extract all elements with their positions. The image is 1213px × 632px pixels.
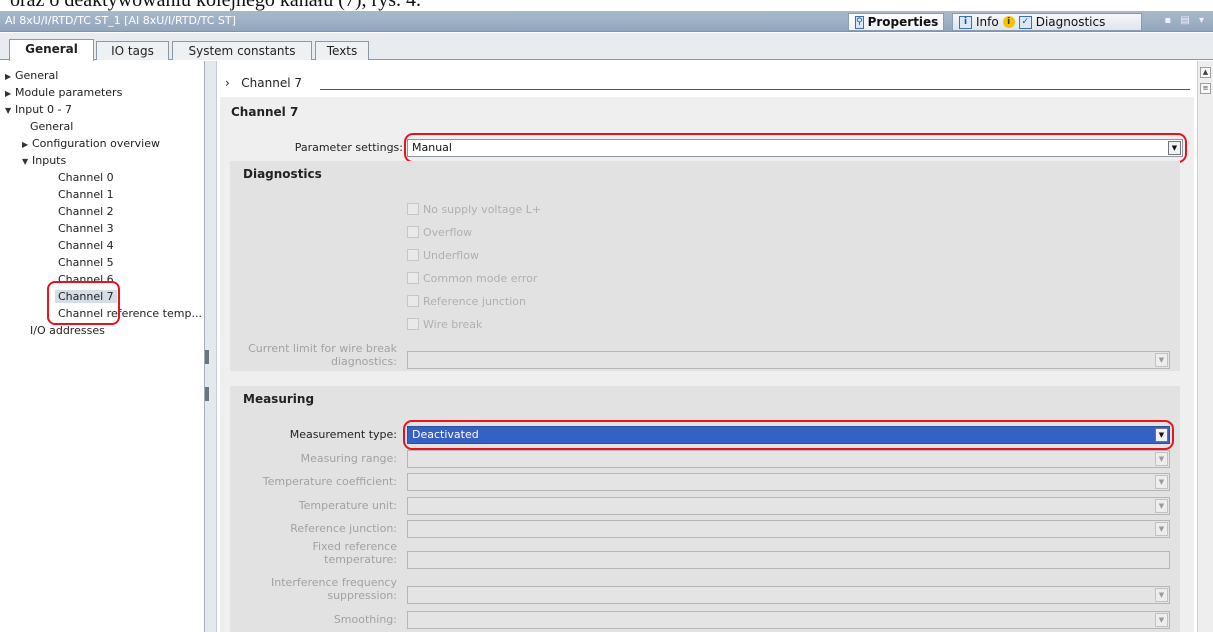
measuring-range-dropdown[interactable]: ▼: [407, 450, 1170, 468]
breadcrumb-arrow-icon: ›: [225, 76, 230, 90]
temperature-unit-dropdown[interactable]: ▼: [407, 497, 1170, 515]
inspector-tab-row: General IO tags System constants Texts: [0, 33, 1213, 61]
tree-item-configuration-overview[interactable]: ▶ Configuration overview: [22, 135, 160, 152]
info-warning-icon: i: [1002, 16, 1015, 28]
checkbox-icon[interactable]: [407, 295, 419, 307]
checkbox-wire-break[interactable]: Wire break: [407, 318, 482, 334]
tree-item-channel-4[interactable]: Channel 4: [58, 237, 114, 254]
collapse-arrow-icon[interactable]: ▼: [22, 153, 32, 170]
panel-splitter[interactable]: [205, 61, 217, 632]
document-caption: oraz o deaktywowaniu kolejnego kanału (7…: [10, 0, 421, 11]
info-icon: i: [959, 15, 972, 29]
current-limit-dropdown[interactable]: ▼: [407, 351, 1170, 369]
interference-frequency-dropdown[interactable]: ▼: [407, 586, 1170, 604]
parameters-panel: › Channel 7 Channel 7 Parameter settings…: [217, 61, 1197, 632]
tree-item-channel-6[interactable]: Channel 6: [58, 271, 114, 288]
parameter-settings-label: Parameter settings:: [294, 141, 403, 154]
chevron-down-icon[interactable]: ▼: [1155, 499, 1168, 513]
tab-system-constants[interactable]: System constants: [172, 41, 312, 60]
checkbox-reference-junction[interactable]: Reference junction: [407, 295, 526, 311]
diagnostics-section: [230, 161, 1180, 371]
chevron-down-icon[interactable]: ▼: [1155, 452, 1168, 466]
checkbox-no-supply-voltage[interactable]: No supply voltage L+: [407, 203, 541, 219]
tab-diagnostics-label: Diagnostics: [1035, 15, 1106, 29]
tree-item-module-parameters[interactable]: ▶ Module parameters: [5, 84, 122, 101]
temperature-coefficient-dropdown[interactable]: ▼: [407, 473, 1170, 491]
current-limit-label: Current limit for wire break diagnostics…: [248, 342, 397, 368]
tree-item-general[interactable]: ▶ General: [5, 67, 58, 84]
splitter-grip-icon[interactable]: [205, 350, 209, 364]
smoothing-dropdown[interactable]: ▼: [407, 611, 1170, 629]
navigation-tree: ▶ General ▶ Module parameters ▼ Input 0 - 7…: [0, 61, 205, 632]
tree-item-channel-5[interactable]: Channel 5: [58, 254, 114, 271]
tab-properties[interactable]: ⚲ Properties: [848, 13, 944, 31]
tree-item-channel-1[interactable]: Channel 1: [58, 186, 114, 203]
tab-general[interactable]: General: [9, 39, 94, 61]
diagnostics-icon: ✓: [1018, 15, 1032, 29]
tab-info-label: Info: [976, 15, 999, 29]
measurement-type-label: Measurement type:: [289, 428, 397, 441]
checkbox-icon[interactable]: [407, 272, 419, 284]
tree-item-io-addresses[interactable]: I/O addresses: [30, 322, 105, 339]
collapse-arrow-icon[interactable]: ▼: [5, 102, 15, 119]
channel-title: Channel 7: [231, 105, 299, 119]
checkbox-underflow[interactable]: Underflow: [407, 249, 479, 265]
checkbox-overflow[interactable]: Overflow: [407, 226, 472, 242]
scroll-menu-icon[interactable]: ≡: [1200, 83, 1211, 94]
tree-item-channel-0[interactable]: Channel 0: [58, 169, 114, 186]
tab-info-diagnostics[interactable]: i Info i ✓ Diagnostics: [952, 13, 1142, 31]
tree-item-channel-reference-temp[interactable]: Channel reference temp...: [58, 305, 202, 322]
chevron-down-icon[interactable]: ▼: [1155, 353, 1168, 367]
parameter-settings-value: Manual: [412, 141, 452, 154]
chevron-down-icon[interactable]: ▼: [1155, 428, 1168, 442]
checkbox-icon[interactable]: [407, 318, 419, 330]
checkbox-icon[interactable]: [407, 249, 419, 261]
window-title: AI 8xU/I/RTD/TC ST_1 [AI 8xU/I/RTD/TC ST…: [5, 14, 236, 27]
breadcrumb-label: Channel 7: [241, 76, 302, 90]
fixed-reference-temperature-input[interactable]: [407, 551, 1170, 569]
expand-arrow-icon[interactable]: ▶: [5, 85, 15, 102]
inspector-title-bar: AI 8xU/I/RTD/TC ST_1 [AI 8xU/I/RTD/TC ST…: [0, 11, 1213, 32]
expand-arrow-icon[interactable]: ▶: [5, 68, 15, 85]
parameter-settings-dropdown[interactable]: Manual ▼: [407, 139, 1183, 157]
tree-item-channel-3[interactable]: Channel 3: [58, 220, 114, 237]
splitter-grip-icon[interactable]: [205, 387, 209, 401]
smoothing-label: Smoothing:: [333, 613, 397, 626]
checkbox-icon[interactable]: [407, 203, 419, 215]
vertical-scrollbar[interactable]: ▲ ≡: [1197, 61, 1213, 632]
chevron-down-icon[interactable]: ▼: [1168, 141, 1181, 155]
tree-item-inputs[interactable]: ▼ Inputs: [22, 152, 66, 169]
tab-io-tags[interactable]: IO tags: [96, 41, 169, 60]
breadcrumb-divider: [320, 89, 1190, 90]
interference-frequency-label: Interference frequency suppression:: [271, 576, 397, 602]
measurement-type-dropdown[interactable]: Deactivated ▼: [407, 426, 1170, 444]
checkbox-icon[interactable]: [407, 226, 419, 238]
diagnostics-title: Diagnostics: [243, 167, 322, 181]
chevron-down-icon[interactable]: ▼: [1155, 522, 1168, 536]
chevron-down-icon[interactable]: ▼: [1155, 588, 1168, 602]
scroll-up-icon[interactable]: ▲: [1200, 67, 1211, 78]
window-controls[interactable]: ▪ ▤ ▾: [1164, 15, 1207, 26]
measuring-title: Measuring: [243, 392, 315, 406]
expand-arrow-icon[interactable]: ▶: [22, 136, 32, 153]
checkbox-common-mode-error[interactable]: Common mode error: [407, 272, 537, 288]
fixed-reference-temperature-label: Fixed reference temperature:: [312, 540, 397, 566]
tree-item-input-0-7[interactable]: ▼ Input 0 - 7: [5, 101, 72, 118]
chevron-down-icon[interactable]: ▼: [1155, 613, 1168, 627]
properties-icon: ⚲: [855, 15, 864, 29]
tab-properties-label: Properties: [867, 15, 939, 29]
tree-item-input-general[interactable]: General: [30, 118, 73, 135]
temperature-unit-label: Temperature unit:: [298, 499, 397, 512]
breadcrumb: › Channel 7: [225, 76, 302, 90]
measurement-type-value: Deactivated: [412, 428, 479, 441]
measuring-range-label: Measuring range:: [300, 452, 397, 465]
chevron-down-icon[interactable]: ▼: [1155, 475, 1168, 489]
tab-texts[interactable]: Texts: [315, 41, 369, 60]
tree-item-channel-7[interactable]: Channel 7: [55, 288, 117, 305]
tree-item-channel-2[interactable]: Channel 2: [58, 203, 114, 220]
reference-junction-label: Reference junction:: [290, 522, 397, 535]
reference-junction-dropdown[interactable]: ▼: [407, 520, 1170, 538]
temperature-coefficient-label: Temperature coefficient:: [262, 475, 397, 488]
